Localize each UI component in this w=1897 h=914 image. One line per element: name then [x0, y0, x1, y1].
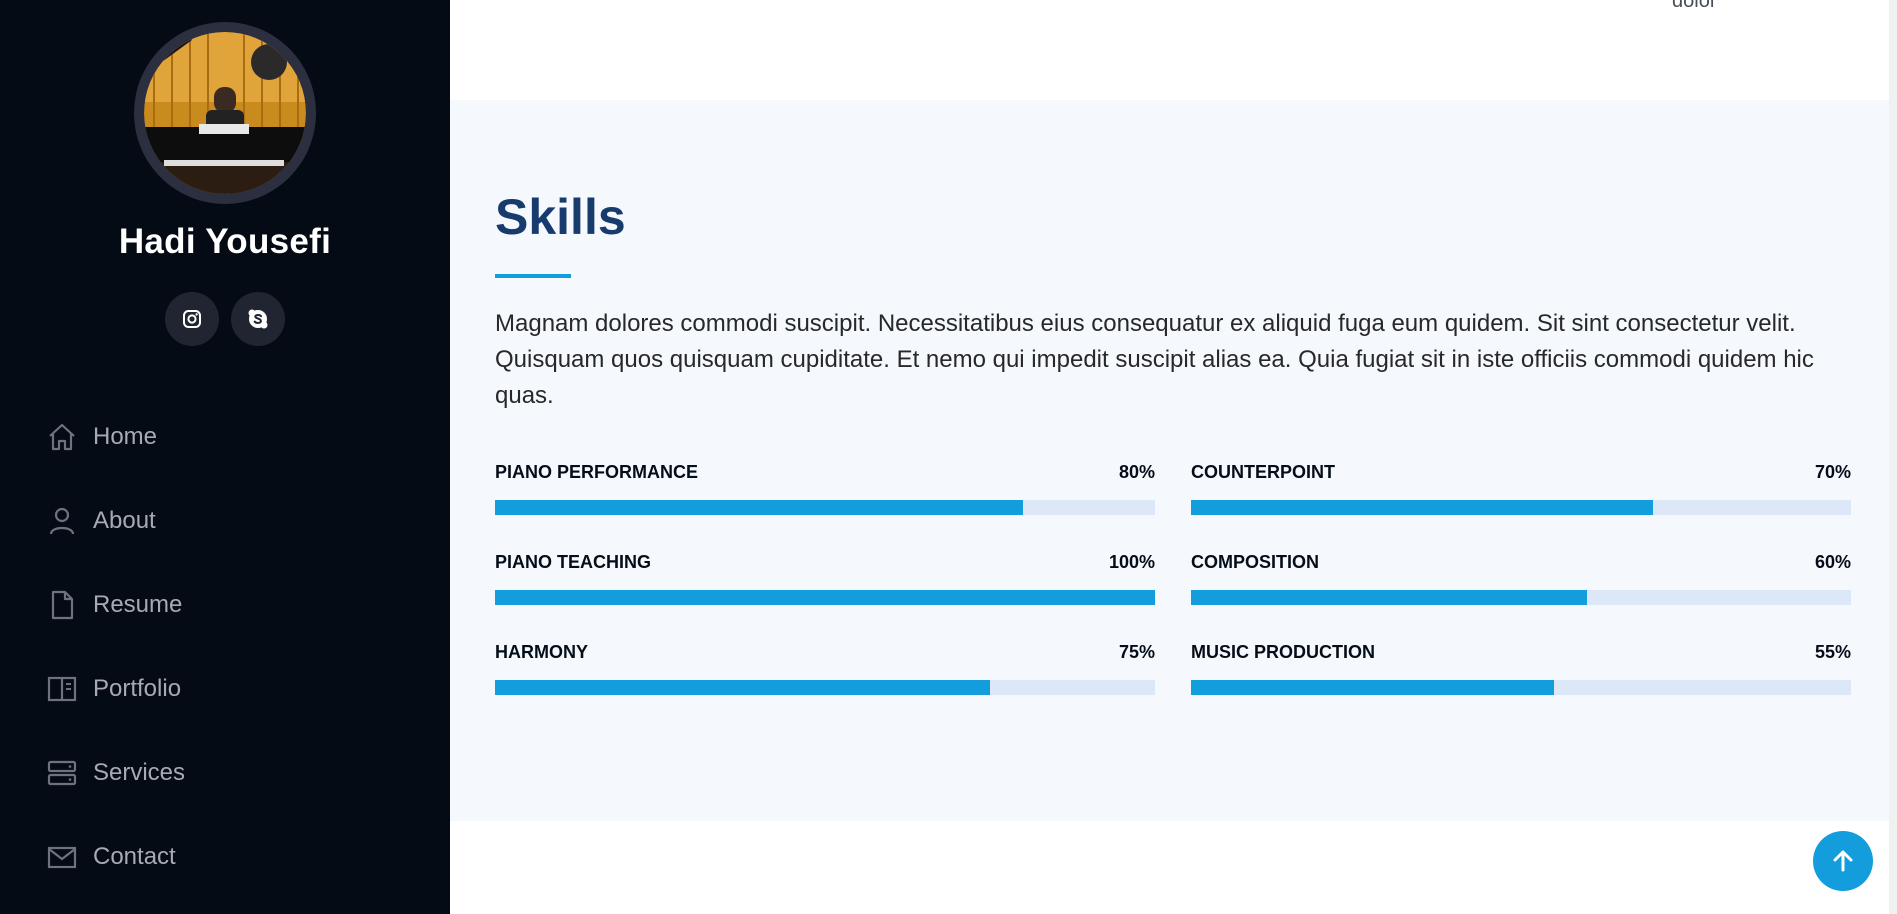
avatar	[134, 22, 316, 204]
progress-fill	[1191, 500, 1653, 515]
skill-item: HARMONY 75%	[495, 642, 1155, 695]
skills-section: Skills Magnam dolores commodi suscipit. …	[450, 100, 1897, 821]
next-section	[450, 821, 1897, 914]
avatar-photo	[144, 32, 306, 194]
skill-item: PIANO TEACHING 100%	[495, 552, 1155, 605]
nav-label-contact: Contact	[93, 843, 176, 870]
nav-label-home: Home	[93, 423, 158, 450]
progress-fill	[1191, 590, 1587, 605]
skype-link[interactable]	[231, 292, 285, 346]
previous-section	[450, 0, 1897, 100]
skill-name: MUSIC PRODUCTION	[1191, 642, 1375, 662]
skill-name: COMPOSITION	[1191, 552, 1320, 572]
progress-track	[1191, 590, 1851, 605]
back-to-top-button[interactable]	[1813, 831, 1873, 891]
skill-percent: 70%	[1814, 462, 1851, 482]
page-scrollbar[interactable]	[1889, 0, 1897, 914]
progress-track	[1191, 500, 1851, 515]
nav-item-about[interactable]: About	[46, 479, 185, 563]
progress-track	[495, 590, 1155, 605]
skill-name: COUNTERPOINT	[1191, 462, 1335, 482]
title-underline	[495, 274, 571, 278]
sidebar-nav: Home About Resume Portfolio Services Con…	[46, 395, 185, 899]
skill-percent: 100%	[1108, 552, 1155, 572]
instagram-link[interactable]	[165, 292, 219, 346]
nav-label-resume: Resume	[93, 591, 183, 618]
arrow-up-icon	[1833, 850, 1853, 872]
progress-track	[1191, 680, 1851, 695]
envelope-icon	[46, 841, 78, 873]
progress-fill	[495, 500, 1023, 515]
skype-icon	[248, 309, 268, 329]
progress-track	[495, 500, 1155, 515]
skill-item: COMPOSITION 60%	[1191, 552, 1851, 605]
nav-item-portfolio[interactable]: Portfolio	[46, 647, 185, 731]
nav-label-portfolio: Portfolio	[93, 675, 182, 702]
progress-track	[495, 680, 1155, 695]
skill-percent: 75%	[1118, 642, 1155, 662]
nav-item-home[interactable]: Home	[46, 395, 185, 479]
instagram-icon	[183, 310, 201, 328]
nav-item-contact[interactable]: Contact	[46, 815, 185, 899]
nav-item-resume[interactable]: Resume	[46, 563, 185, 647]
skill-percent: 60%	[1814, 552, 1851, 572]
progress-fill	[495, 590, 1155, 605]
home-icon	[46, 421, 78, 453]
sidebar: Hadi Yousefi Home About Resume Portfolio…	[0, 0, 450, 914]
section-title: Skills	[495, 189, 626, 245]
social-links	[0, 292, 450, 346]
section-description: Magnam dolores commodi suscipit. Necessi…	[495, 310, 1814, 409]
skill-item: MUSIC PRODUCTION 55%	[1191, 642, 1851, 695]
profile-name: Hadi Yousefi	[118, 222, 332, 261]
skill-item: COUNTERPOINT 70%	[1191, 462, 1851, 515]
portfolio-icon	[46, 673, 78, 705]
nav-item-services[interactable]: Services	[46, 731, 185, 815]
progress-fill	[495, 680, 990, 695]
skill-name: PIANO TEACHING	[495, 552, 652, 572]
skill-percent: 55%	[1814, 642, 1851, 662]
nav-label-about: About	[93, 507, 156, 534]
server-icon	[46, 757, 78, 789]
skill-name: HARMONY	[495, 642, 588, 662]
file-icon	[46, 589, 78, 621]
skill-name: PIANO PERFORMANCE	[495, 462, 699, 482]
skill-percent: 80%	[1118, 462, 1155, 482]
nav-label-services: Services	[93, 759, 186, 786]
previous-section-text: dolor	[1672, 0, 1717, 12]
person-icon	[46, 505, 78, 537]
skill-item: PIANO PERFORMANCE 80%	[495, 462, 1155, 515]
progress-fill	[1191, 680, 1554, 695]
